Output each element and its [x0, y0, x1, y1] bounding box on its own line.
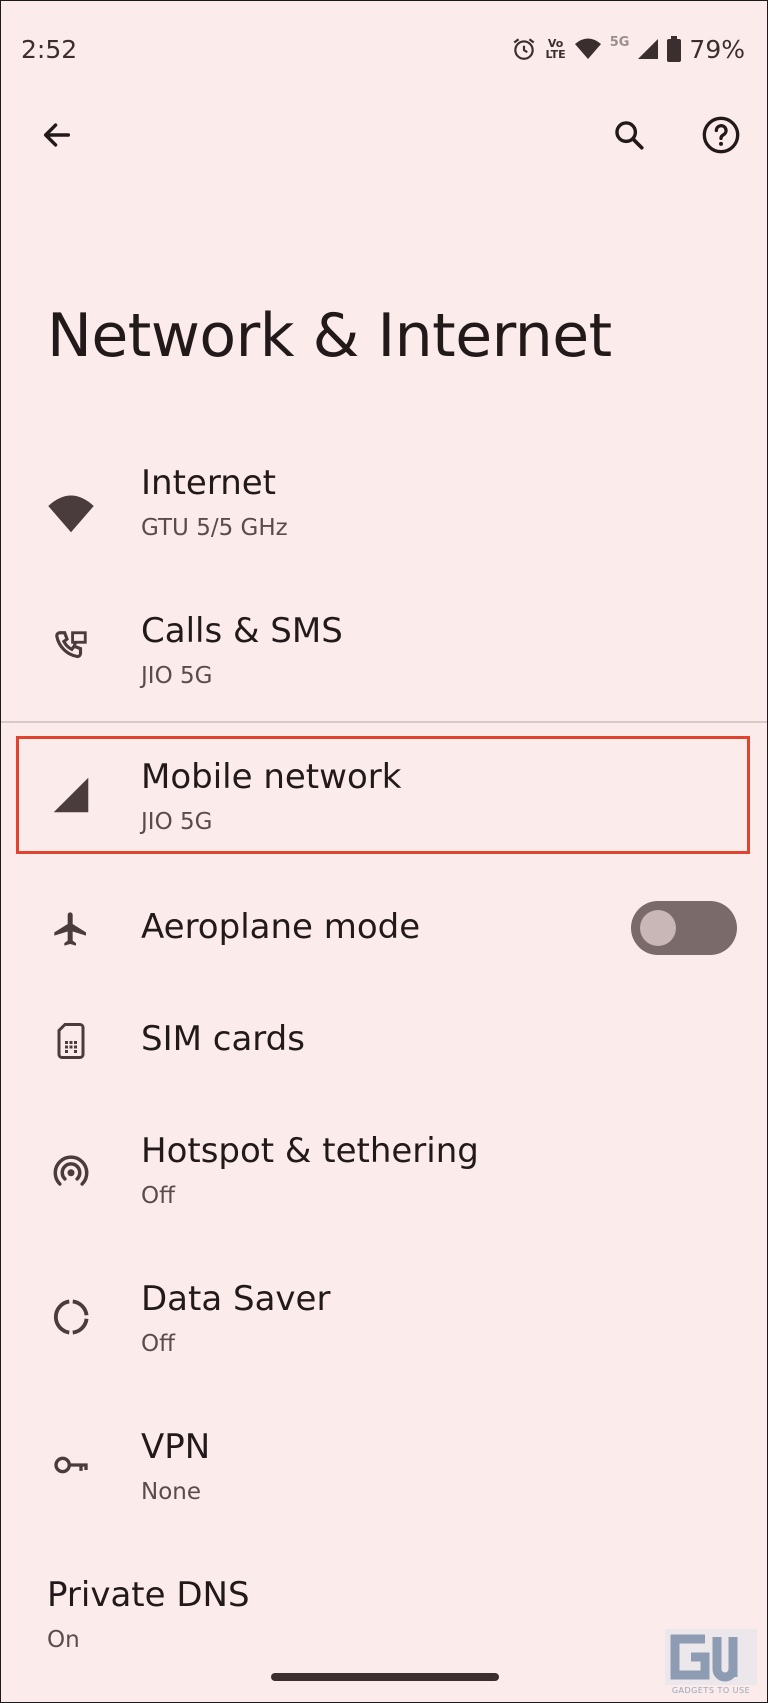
- settings-item-title: VPN: [141, 1427, 211, 1467]
- battery-percentage: 79%: [689, 34, 745, 64]
- battery-icon: [667, 36, 682, 62]
- settings-item-mobile-network[interactable]: Mobile network JIO 5G: [1, 739, 767, 853]
- volte-icon: Vo LTE: [545, 38, 565, 60]
- settings-item-private-dns[interactable]: Private DNS On: [1, 1565, 767, 1675]
- settings-item-subtitle: Off: [141, 1331, 175, 1357]
- search-button[interactable]: [601, 109, 657, 165]
- section-divider: [1, 721, 767, 723]
- settings-item-subtitle: Off: [141, 1183, 175, 1209]
- network-type-badge: 5G: [609, 34, 630, 50]
- settings-item-title: Hotspot & tethering: [141, 1131, 479, 1171]
- arrow-left-icon: [40, 118, 74, 157]
- settings-item-subtitle: JIO 5G: [141, 809, 213, 835]
- status-bar: 2:52 Vo LTE 5G 79%: [1, 1, 767, 97]
- settings-item-title: Private DNS: [47, 1575, 250, 1615]
- page-title: Network & Internet: [47, 301, 612, 371]
- settings-item-title: Aeroplane mode: [141, 907, 421, 947]
- status-icons: Vo LTE 5G 79%: [511, 31, 745, 67]
- settings-item-internet[interactable]: Internet GTU 5/5 GHz: [1, 453, 767, 581]
- settings-item-title: SIM cards: [141, 1019, 305, 1059]
- settings-item-vpn[interactable]: VPN None: [1, 1417, 767, 1537]
- volte-badge-bottom: LTE: [545, 48, 566, 61]
- status-time: 2:52: [21, 35, 78, 64]
- key-icon: [41, 1435, 101, 1495]
- settings-item-title: Data Saver: [141, 1279, 331, 1319]
- search-icon: [612, 118, 646, 157]
- back-button[interactable]: [29, 109, 85, 165]
- cell-signal-icon: [41, 765, 101, 825]
- settings-item-calls-sms[interactable]: Calls & SMS JIO 5G: [1, 601, 767, 719]
- gadgets-to-use-logo-icon: [665, 1629, 757, 1685]
- toggle-knob: [640, 910, 676, 946]
- wifi-icon: [41, 483, 101, 543]
- sim-card-icon: [41, 1011, 101, 1071]
- alarm-icon: [511, 36, 537, 62]
- watermark-logo: GADGETS TO USE: [665, 1629, 757, 1699]
- settings-item-sim-cards[interactable]: SIM cards: [1, 991, 767, 1091]
- gesture-navigation-bar[interactable]: [271, 1673, 499, 1681]
- settings-item-subtitle: JIO 5G: [141, 663, 213, 689]
- data-saver-icon: [41, 1287, 101, 1347]
- hotspot-icon: [41, 1141, 101, 1201]
- settings-item-subtitle: None: [141, 1479, 202, 1505]
- help-button[interactable]: [693, 109, 749, 165]
- settings-item-title: Mobile network: [141, 757, 402, 797]
- airplane-icon: [41, 899, 101, 959]
- settings-item-subtitle: GTU 5/5 GHz: [141, 515, 288, 541]
- help-circle-icon: [701, 115, 741, 160]
- settings-item-subtitle: On: [47, 1627, 80, 1653]
- watermark-text: GADGETS TO USE: [671, 1686, 751, 1695]
- settings-item-title: Calls & SMS: [141, 611, 343, 651]
- settings-item-title: Internet: [141, 463, 277, 503]
- settings-item-data-saver[interactable]: Data Saver Off: [1, 1269, 767, 1389]
- calls-sms-icon: [41, 617, 101, 677]
- cell-signal-icon: [637, 38, 659, 60]
- phone-screen: 2:52 Vo LTE 5G 79% Network & Internet In…: [0, 0, 768, 1703]
- wifi-icon: [574, 37, 602, 61]
- settings-item-hotspot[interactable]: Hotspot & tethering Off: [1, 1119, 767, 1239]
- aeroplane-mode-toggle[interactable]: [631, 901, 737, 955]
